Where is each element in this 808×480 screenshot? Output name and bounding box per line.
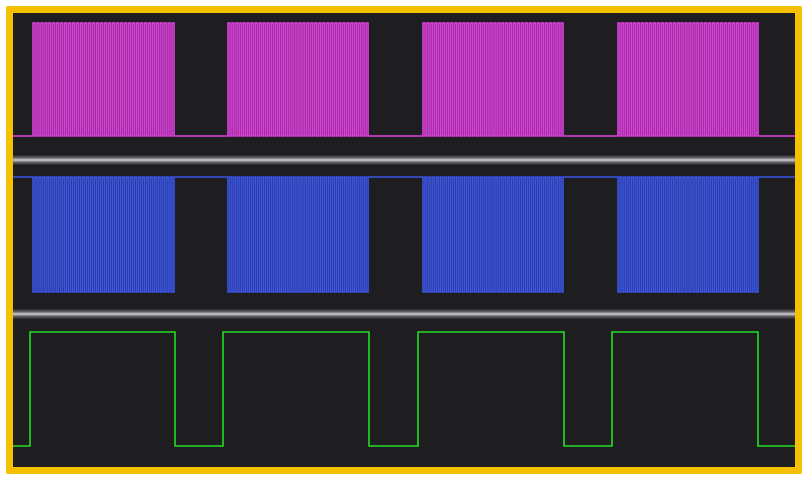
channel-2-signal-trace	[13, 176, 795, 293]
channel-divider[interactable]	[13, 155, 795, 165]
channel-3-lane	[13, 319, 795, 467]
logic-analyzer-frame	[6, 6, 802, 474]
channel-2-waveform	[13, 176, 795, 293]
channel-divider[interactable]	[13, 309, 795, 319]
channel-1-lane	[13, 13, 795, 155]
channel-3-signal-trace	[13, 331, 795, 447]
channel-1-signal-trace	[13, 22, 795, 137]
channel-2-lane	[13, 165, 795, 309]
channel-1-waveform	[13, 22, 795, 137]
channel-3-waveform	[13, 331, 795, 447]
